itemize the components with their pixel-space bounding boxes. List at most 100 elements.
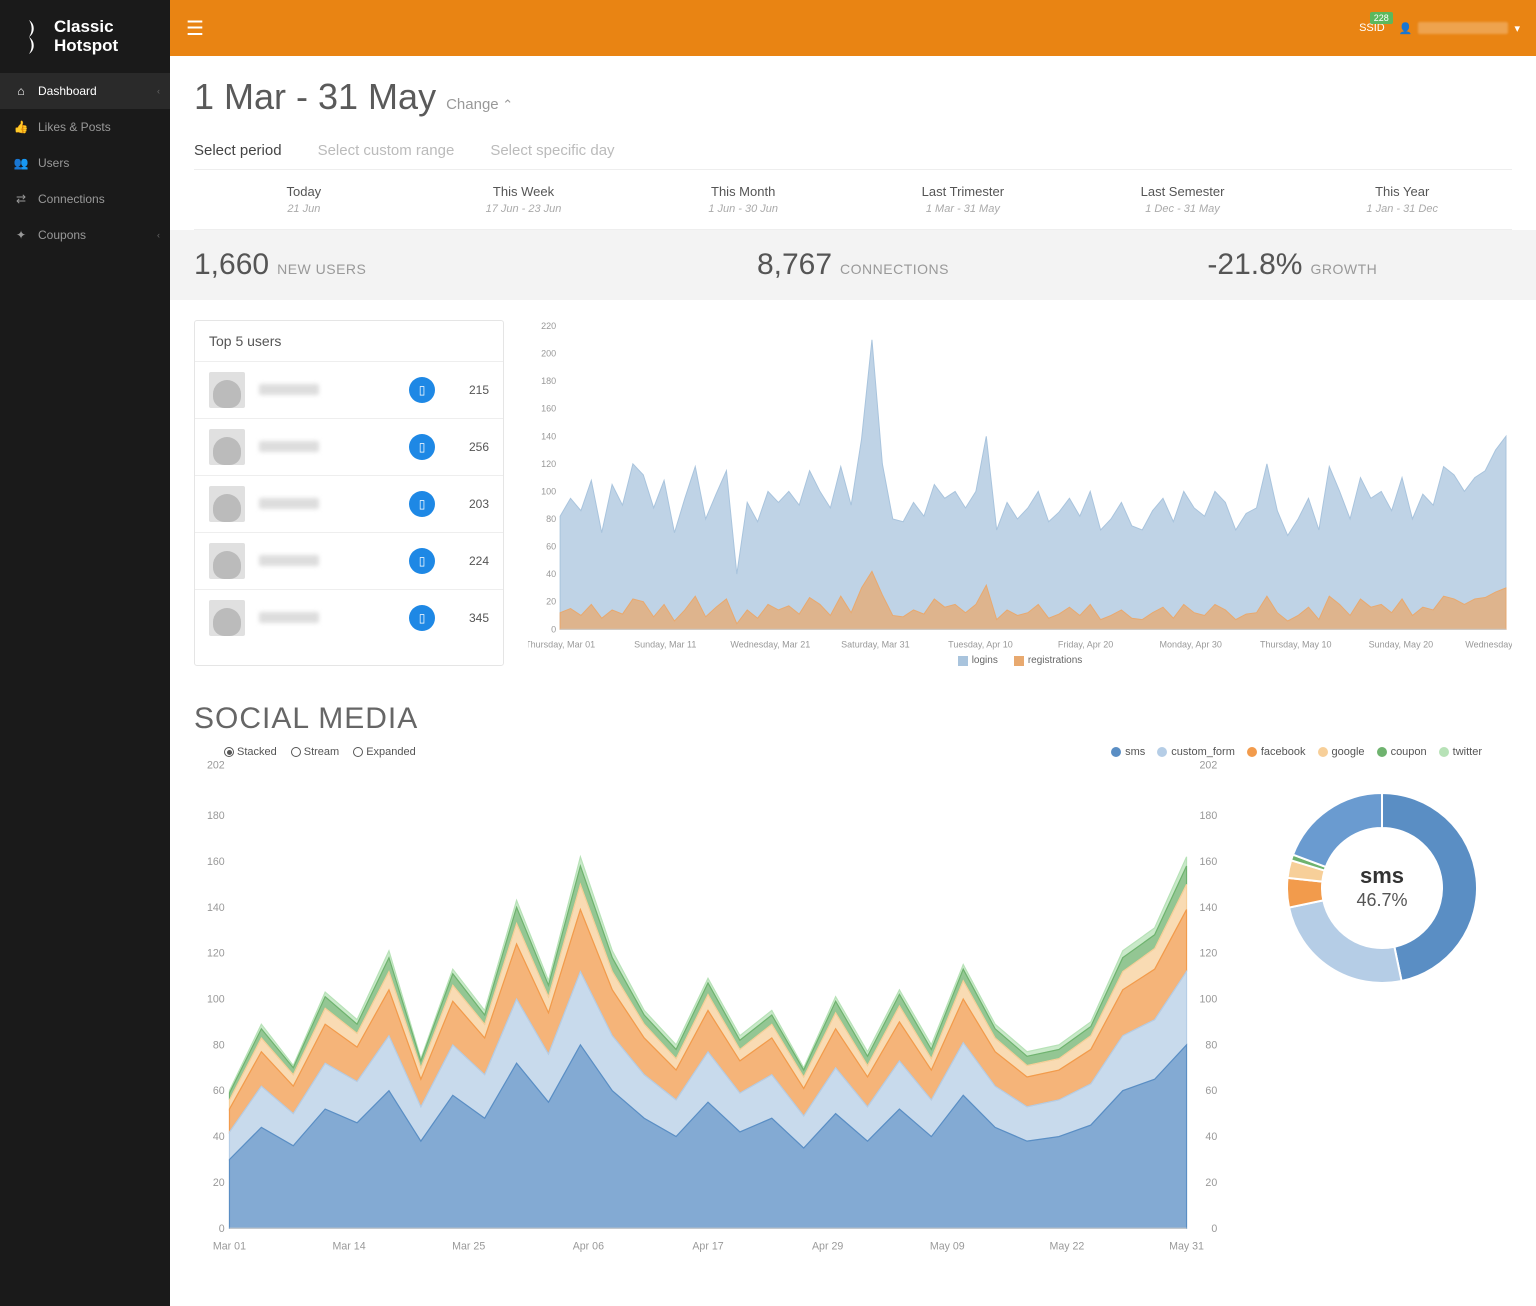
svg-text:20: 20 xyxy=(1205,1177,1217,1189)
svg-text:60: 60 xyxy=(546,542,556,552)
change-period-toggle[interactable]: Change xyxy=(446,96,513,113)
preset-label: This Month xyxy=(641,184,845,199)
chevron-left-icon: ‹ xyxy=(157,86,160,96)
date-range-heading: 1 Mar - 31 May Change xyxy=(194,76,1512,118)
svg-text:Thursday, Mar 01: Thursday, Mar 01 xyxy=(528,639,595,649)
legend-item[interactable]: twitter xyxy=(1439,746,1482,758)
legend-item[interactable]: google xyxy=(1318,746,1365,758)
period-tab[interactable]: Select specific day xyxy=(490,142,614,169)
sidebar-item-coupons[interactable]: ✦Coupons‹ xyxy=(0,217,170,253)
svg-text:80: 80 xyxy=(1205,1040,1217,1052)
user-name-redacted xyxy=(259,610,395,626)
svg-text:Wednesday, May 31: Wednesday, May 31 xyxy=(1465,639,1512,649)
user-connection-count: 215 xyxy=(449,383,489,397)
sidebar-item-dashboard[interactable]: ⌂ Dashboard ‹ xyxy=(0,73,170,109)
preset-label: Last Trimester xyxy=(861,184,1065,199)
svg-text:202: 202 xyxy=(1200,760,1218,772)
nav-label: Dashboard xyxy=(38,84,97,98)
legend-item[interactable]: custom_form xyxy=(1157,746,1235,758)
svg-text:180: 180 xyxy=(207,810,225,822)
user-connection-count: 224 xyxy=(449,554,489,568)
user-icon: 👤 xyxy=(1399,22,1413,35)
chart-mode-radio[interactable]: Expanded xyxy=(353,746,416,758)
device-mobile-icon: ▯ xyxy=(409,548,435,574)
top-user-row[interactable]: ▯215 xyxy=(195,361,503,418)
svg-text:80: 80 xyxy=(213,1040,225,1052)
period-preset[interactable]: This Month1 Jun - 30 Jun xyxy=(633,170,853,229)
svg-text:100: 100 xyxy=(541,486,556,496)
logins-chart-legend: logins registrations xyxy=(528,651,1512,666)
svg-text:140: 140 xyxy=(207,902,225,914)
stat-label: NEW USERS xyxy=(277,261,366,277)
svg-text:Tuesday, Apr 10: Tuesday, Apr 10 xyxy=(948,639,1013,649)
top-user-row[interactable]: ▯256 xyxy=(195,418,503,475)
svg-text:40: 40 xyxy=(1205,1131,1217,1143)
period-preset[interactable]: This Year1 Jan - 31 Dec xyxy=(1292,170,1512,229)
svg-text:Wednesday, Mar 21: Wednesday, Mar 21 xyxy=(730,639,810,649)
dashboard-icon: ⌂ xyxy=(14,84,28,98)
connections-icon: ⇄ xyxy=(14,192,28,206)
svg-text:120: 120 xyxy=(541,459,556,469)
social-stacked-chart: 020406080100120140160180202Mar 01Mar 14M… xyxy=(194,758,1222,1254)
brand-logo: ClassicHotspot xyxy=(0,0,170,73)
sidebar-item-users[interactable]: 👥Users xyxy=(0,145,170,181)
svg-text:220: 220 xyxy=(541,321,556,331)
legend-item[interactable]: logins xyxy=(958,655,998,666)
svg-text:Mar 14: Mar 14 xyxy=(333,1241,366,1253)
period-tab[interactable]: Select period xyxy=(194,142,282,169)
svg-text:Saturday, Mar 31: Saturday, Mar 31 xyxy=(841,639,909,649)
stat-connections: 8,767 CONNECTIONS xyxy=(633,248,1072,282)
svg-text:40: 40 xyxy=(213,1131,225,1143)
menu-toggle-icon[interactable]: ☰ xyxy=(186,16,204,41)
top-user-row[interactable]: ▯ 224 xyxy=(195,532,503,589)
summary-stats: 1,660 NEW USERS 8,767 CONNECTIONS -21.8%… xyxy=(170,230,1536,300)
top-user-row[interactable]: ▯203 xyxy=(195,475,503,532)
period-tab[interactable]: Select custom range xyxy=(318,142,455,169)
user-menu[interactable]: 👤 ▾ xyxy=(1399,22,1520,35)
period-preset[interactable]: Today21 Jun xyxy=(194,170,414,229)
svg-text:100: 100 xyxy=(1200,994,1218,1006)
nav-label: Connections xyxy=(38,192,105,206)
ssid-count-badge: 228 xyxy=(1370,12,1393,24)
svg-text:Apr 29: Apr 29 xyxy=(812,1241,843,1253)
top-user-row[interactable]: ▯345 xyxy=(195,589,503,646)
svg-text:May 09: May 09 xyxy=(930,1241,965,1253)
legend-item[interactable]: coupon xyxy=(1377,746,1427,758)
sidebar-item-likes-posts[interactable]: 👍Likes & Posts xyxy=(0,109,170,145)
brand-icon xyxy=(14,20,44,54)
svg-text:20: 20 xyxy=(546,597,556,607)
ssid-indicator[interactable]: SSID 228 xyxy=(1359,22,1385,34)
sidebar-item-connections[interactable]: ⇄ Connections xyxy=(0,181,170,217)
period-preset[interactable]: Last Semester1 Dec - 31 May xyxy=(1073,170,1293,229)
svg-text:120: 120 xyxy=(207,948,225,960)
svg-text:0: 0 xyxy=(1211,1223,1217,1235)
svg-text:60: 60 xyxy=(213,1086,225,1098)
svg-text:202: 202 xyxy=(207,760,225,772)
period-preset[interactable]: This Week17 Jun - 23 Jun xyxy=(414,170,634,229)
period-range-text: 1 Mar - 31 May xyxy=(194,76,436,118)
svg-text:Sunday, Mar 11: Sunday, Mar 11 xyxy=(634,639,696,649)
legend-item[interactable]: facebook xyxy=(1247,746,1306,758)
svg-text:Mar 25: Mar 25 xyxy=(452,1241,485,1253)
svg-text:0: 0 xyxy=(551,624,556,634)
svg-text:100: 100 xyxy=(207,994,225,1006)
avatar xyxy=(209,429,245,465)
stat-label: GROWTH xyxy=(1310,261,1377,277)
chart-mode-radio[interactable]: Stacked xyxy=(224,746,277,758)
legend-item[interactable]: registrations xyxy=(1014,655,1082,666)
chart-mode-radio[interactable]: Stream xyxy=(291,746,339,758)
preset-range: 1 Dec - 31 May xyxy=(1081,203,1285,215)
legend-item[interactable]: sms xyxy=(1111,746,1145,758)
period-selector-tabs: Select period Select custom range Select s… xyxy=(194,142,1512,169)
device-mobile-icon: ▯ xyxy=(409,605,435,631)
svg-text:Sunday, May 20: Sunday, May 20 xyxy=(1369,639,1433,649)
svg-text:May 31: May 31 xyxy=(1169,1241,1204,1253)
stat-value: -21.8% xyxy=(1207,248,1302,282)
svg-text:140: 140 xyxy=(1200,902,1218,914)
period-preset[interactable]: Last Trimester1 Mar - 31 May xyxy=(853,170,1073,229)
brand-line1: Classic xyxy=(54,18,118,37)
avatar xyxy=(209,372,245,408)
avatar xyxy=(209,543,245,579)
user-name-redacted xyxy=(259,553,395,569)
svg-text:140: 140 xyxy=(541,431,556,441)
